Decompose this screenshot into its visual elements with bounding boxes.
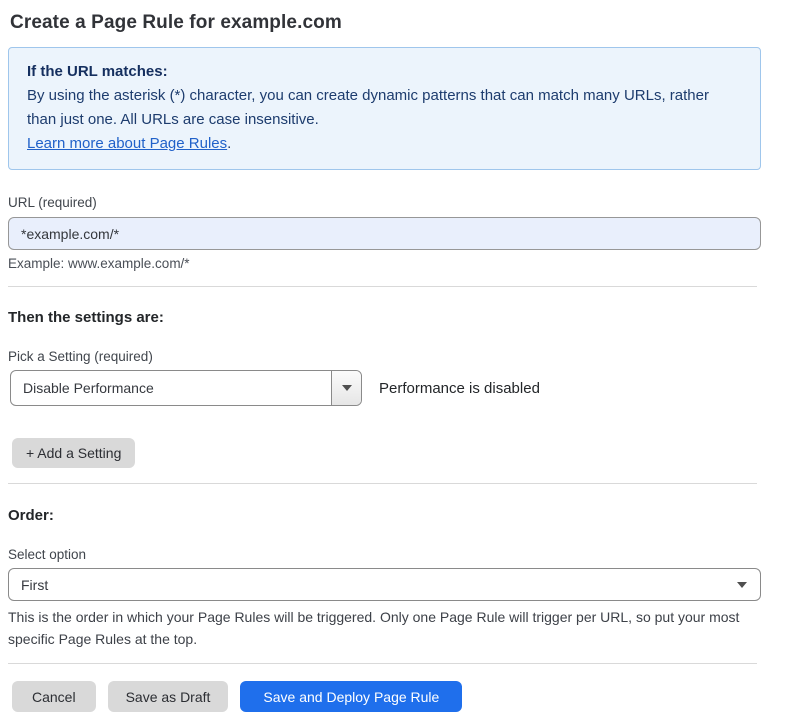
url-example-text: Example: www.example.com/* [8,256,769,271]
setting-select-arrow-button[interactable] [331,371,361,405]
setting-select-value: Disable Performance [11,371,331,405]
order-select-value: First [21,577,48,593]
setting-select[interactable]: Disable Performance [10,370,362,406]
divider [8,663,757,664]
learn-more-link[interactable]: Learn more about Page Rules [27,135,227,152]
order-select[interactable]: First [8,568,761,601]
url-input[interactable] [8,217,761,250]
order-select-label: Select option [8,547,769,562]
create-page-rule-form: Create a Page Rule for example.com If th… [0,0,769,712]
save-as-draft-button[interactable]: Save as Draft [108,681,229,712]
page-title: Create a Page Rule for example.com [10,12,769,34]
divider [8,286,757,287]
url-match-info-callout: If the URL matches: By using the asteris… [8,47,761,170]
footer-action-row: Cancel Save as Draft Save and Deploy Pag… [12,681,769,712]
order-section-heading: Order: [8,507,769,524]
order-help-text: This is the order in which your Page Rul… [8,606,753,650]
chevron-down-icon [737,582,747,588]
save-and-deploy-button[interactable]: Save and Deploy Page Rule [240,681,462,712]
add-setting-button[interactable]: + Add a Setting [12,438,135,468]
info-callout-heading: If the URL matches: [27,60,742,84]
info-callout-link-line: Learn more about Page Rules. [27,132,742,156]
cancel-button[interactable]: Cancel [12,681,96,712]
url-field-label: URL (required) [8,195,769,210]
link-suffix: . [227,135,231,152]
pick-setting-label: Pick a Setting (required) [8,349,769,364]
chevron-down-icon [342,385,352,391]
setting-status-text: Performance is disabled [379,380,540,397]
info-callout-body: By using the asterisk (*) character, you… [27,84,742,132]
settings-section-heading: Then the settings are: [8,309,769,326]
setting-row: Disable Performance Performance is disab… [8,370,769,406]
divider [8,483,757,484]
